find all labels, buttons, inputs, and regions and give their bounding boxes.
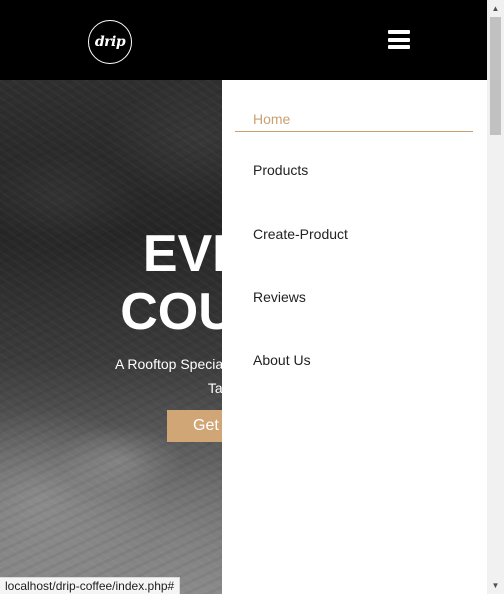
scrollbar-thumb[interactable] bbox=[490, 17, 501, 135]
nav-item-reviews[interactable]: Reviews bbox=[253, 289, 306, 305]
hamburger-bar bbox=[388, 30, 410, 34]
active-item-underline bbox=[235, 131, 473, 132]
side-nav-menu: Home Products Create-Product Reviews Abo… bbox=[222, 80, 487, 594]
scroll-down-arrow-icon[interactable]: ▼ bbox=[487, 577, 504, 594]
nav-item-products[interactable]: Products bbox=[253, 162, 308, 178]
nav-item-about-us[interactable]: About Us bbox=[253, 352, 311, 368]
logo-text: drip bbox=[94, 34, 126, 50]
nav-item-create-product[interactable]: Create-Product bbox=[253, 226, 348, 242]
vertical-scrollbar[interactable]: ▲ ▼ bbox=[487, 0, 504, 594]
drip-logo[interactable]: drip bbox=[88, 20, 132, 64]
hamburger-bar bbox=[388, 37, 410, 42]
site-header: drip bbox=[0, 0, 487, 80]
hamburger-bar bbox=[388, 45, 410, 49]
hamburger-icon[interactable] bbox=[388, 30, 410, 49]
nav-item-home[interactable]: Home bbox=[253, 111, 290, 127]
status-bar-url: localhost/drip-coffee/index.php# bbox=[0, 577, 181, 594]
browser-viewport: drip EVERY COUNTS A Rooftop Specialty Co… bbox=[0, 0, 487, 594]
scroll-up-arrow-icon[interactable]: ▲ bbox=[487, 0, 504, 17]
